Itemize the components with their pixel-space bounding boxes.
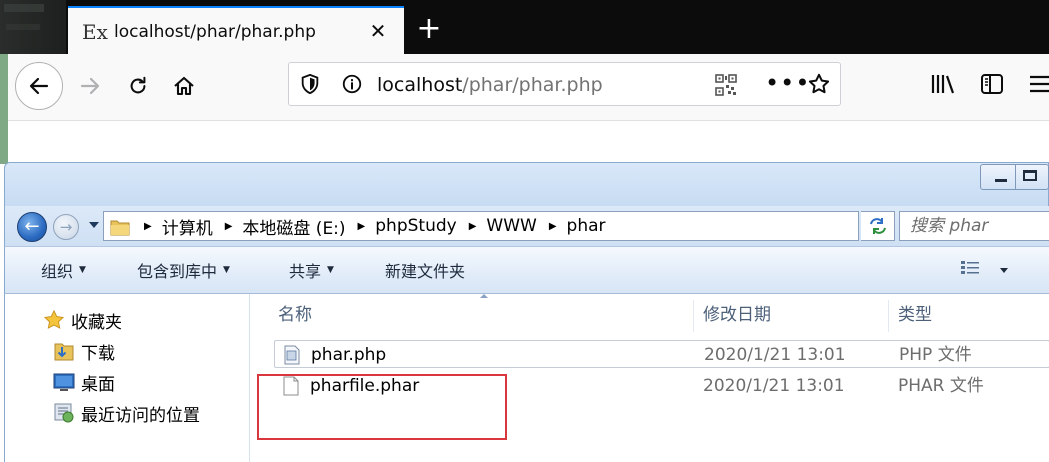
- new-folder-label: 新建文件夹: [385, 262, 466, 281]
- new-tab-button[interactable]: +: [414, 14, 444, 44]
- breadcrumb-separator-icon[interactable]: ▶: [358, 221, 366, 232]
- breadcrumb-phpstudy[interactable]: phpStudy: [375, 216, 456, 236]
- column-header-name[interactable]: 名称: [278, 300, 312, 330]
- breadcrumb-drive[interactable]: 本地磁盘 (E:): [242, 214, 345, 239]
- nav-item-label: 收藏夹: [71, 312, 122, 333]
- column-divider[interactable]: [888, 300, 889, 332]
- nav-item-label: 最近访问的位置: [81, 405, 200, 426]
- reload-icon: [130, 76, 146, 94]
- view-options-icon[interactable]: [960, 259, 986, 279]
- forward-button[interactable]: [66, 62, 114, 110]
- blurred-text: [6, 24, 40, 30]
- explorer-forward-button[interactable]: →: [53, 214, 79, 240]
- explorer-body: 收藏夹 下载 桌面 最近访问的位置 名称 修改日期 类型 phar.php 20…: [4, 294, 1049, 462]
- folder-icon: [110, 220, 130, 236]
- chevron-down-icon: ▼: [223, 265, 230, 275]
- file-date: 2020/1/21 13:01: [703, 376, 845, 396]
- url-path: /phar/phar.php: [462, 74, 603, 96]
- sidebar-icon[interactable]: [980, 72, 1004, 96]
- home-icon: [174, 76, 194, 96]
- arrow-right-icon: [80, 77, 100, 95]
- file-name: phar.php: [311, 345, 387, 365]
- include-in-library-menu[interactable]: 包含到库中 ▼: [137, 247, 230, 293]
- table-row[interactable]: phar.php 2020/1/21 13:01 PHP 文件: [274, 340, 1049, 368]
- refresh-icon: [870, 218, 886, 234]
- url-bar[interactable]: localhost/phar/phar.php •••: [288, 62, 841, 106]
- arrow-left-icon: [29, 77, 49, 95]
- close-tab-icon[interactable]: ✕: [366, 19, 390, 43]
- tab-favicon-icon: Ex: [82, 20, 108, 44]
- qr-code-icon[interactable]: [715, 74, 737, 96]
- home-button[interactable]: [160, 62, 208, 110]
- php-file-icon: [284, 345, 300, 365]
- file-type: PHAR 文件: [898, 376, 984, 396]
- file-type: PHP 文件: [899, 345, 972, 365]
- tab-title: localhost/phar/phar.php: [114, 22, 316, 42]
- explorer-title-bar[interactable]: [4, 162, 1049, 210]
- nav-item-recent-places[interactable]: 最近访问的位置: [53, 401, 200, 426]
- share-menu[interactable]: 共享 ▼: [289, 247, 334, 293]
- site-info-icon[interactable]: [341, 73, 363, 95]
- navigation-pane: 收藏夹 下载 桌面 最近访问的位置: [5, 294, 250, 462]
- nav-item-label: 下载: [81, 343, 115, 364]
- column-header-type[interactable]: 类型: [898, 300, 932, 330]
- bookmark-star-icon[interactable]: [807, 72, 831, 96]
- recent-pages-chevron-icon[interactable]: [89, 222, 99, 228]
- command-bar: 组织 ▼ 包含到库中 ▼ 共享 ▼ 新建文件夹: [4, 246, 1049, 294]
- reload-button[interactable]: [114, 62, 162, 110]
- browser-tab-bar: Ex localhost/phar/phar.php ✕ +: [0, 0, 1049, 54]
- breadcrumb-computer[interactable]: 计算机: [162, 214, 213, 239]
- breadcrumb-separator-icon[interactable]: ▶: [549, 221, 557, 232]
- column-header-date[interactable]: 修改日期: [703, 300, 771, 330]
- background-window-strip: [0, 0, 66, 54]
- url-host: localhost: [377, 74, 463, 96]
- chevron-down-icon: ▼: [327, 265, 334, 275]
- sort-indicator-icon: [480, 294, 488, 298]
- url-text[interactable]: localhost/phar/phar.php: [377, 73, 603, 97]
- page-actions-icon[interactable]: •••: [765, 69, 810, 97]
- address-bar[interactable]: ▶ 计算机 ▶ 本地磁盘 (E:) ▶ phpStudy ▶ WWW ▶ pha…: [103, 211, 859, 241]
- new-folder-button[interactable]: 新建文件夹: [385, 247, 465, 293]
- star-icon: [43, 309, 65, 329]
- refresh-button[interactable]: [861, 211, 895, 241]
- desktop-icon: [53, 373, 75, 391]
- active-tab[interactable]: Ex localhost/phar/phar.php ✕: [68, 6, 404, 54]
- browser-nav-bar: localhost/phar/phar.php •••: [0, 54, 1049, 121]
- downloads-folder-icon: [54, 343, 74, 361]
- menu-icon[interactable]: [1030, 74, 1049, 94]
- breadcrumb-separator-icon[interactable]: ▶: [469, 221, 477, 232]
- tracking-shield-icon[interactable]: [299, 73, 321, 95]
- background-window-strip: [0, 54, 8, 164]
- library-icon[interactable]: [930, 72, 956, 96]
- organize-label: 组织: [41, 262, 74, 281]
- chevron-down-icon: ▼: [79, 265, 86, 275]
- search-input[interactable]: 搜索 phar: [899, 211, 1049, 241]
- breadcrumb-separator-icon[interactable]: ▶: [144, 221, 152, 232]
- include-in-library-label: 包含到库中: [137, 262, 218, 281]
- breadcrumb-phar[interactable]: phar: [567, 216, 606, 236]
- nav-item-desktop[interactable]: 桌面: [53, 370, 115, 395]
- nav-item-downloads[interactable]: 下载: [53, 339, 115, 364]
- share-label: 共享: [289, 262, 322, 281]
- explorer-back-button[interactable]: ←: [17, 212, 47, 242]
- address-row: ← → ▶ 计算机 ▶ 本地磁盘 (E:) ▶ phpStudy ▶ WWW ▶…: [4, 206, 1049, 246]
- organize-menu[interactable]: 组织 ▼: [41, 247, 86, 293]
- chevron-down-icon[interactable]: [1000, 268, 1008, 273]
- annotation-highlight-box: [257, 374, 507, 440]
- explorer-window: ← → ▶ 计算机 ▶ 本地磁盘 (E:) ▶ phpStudy ▶ WWW ▶…: [0, 150, 1049, 462]
- breadcrumb: ▶ 计算机 ▶ 本地磁盘 (E:) ▶ phpStudy ▶ WWW ▶ pha…: [138, 212, 606, 240]
- breadcrumb-www[interactable]: WWW: [486, 216, 536, 236]
- recent-places-icon: [54, 403, 74, 423]
- nav-item-favorites[interactable]: 收藏夹: [43, 308, 122, 333]
- file-date: 2020/1/21 13:01: [704, 345, 846, 365]
- column-divider[interactable]: [693, 300, 694, 332]
- breadcrumb-separator-icon[interactable]: ▶: [225, 221, 233, 232]
- blurred-text: [4, 4, 44, 12]
- maximize-icon[interactable]: [1023, 170, 1037, 181]
- back-button[interactable]: [15, 62, 63, 110]
- nav-item-label: 桌面: [81, 374, 115, 395]
- window-controls: [980, 164, 1049, 190]
- control-divider: [1015, 165, 1016, 189]
- minimize-icon[interactable]: [995, 179, 1007, 182]
